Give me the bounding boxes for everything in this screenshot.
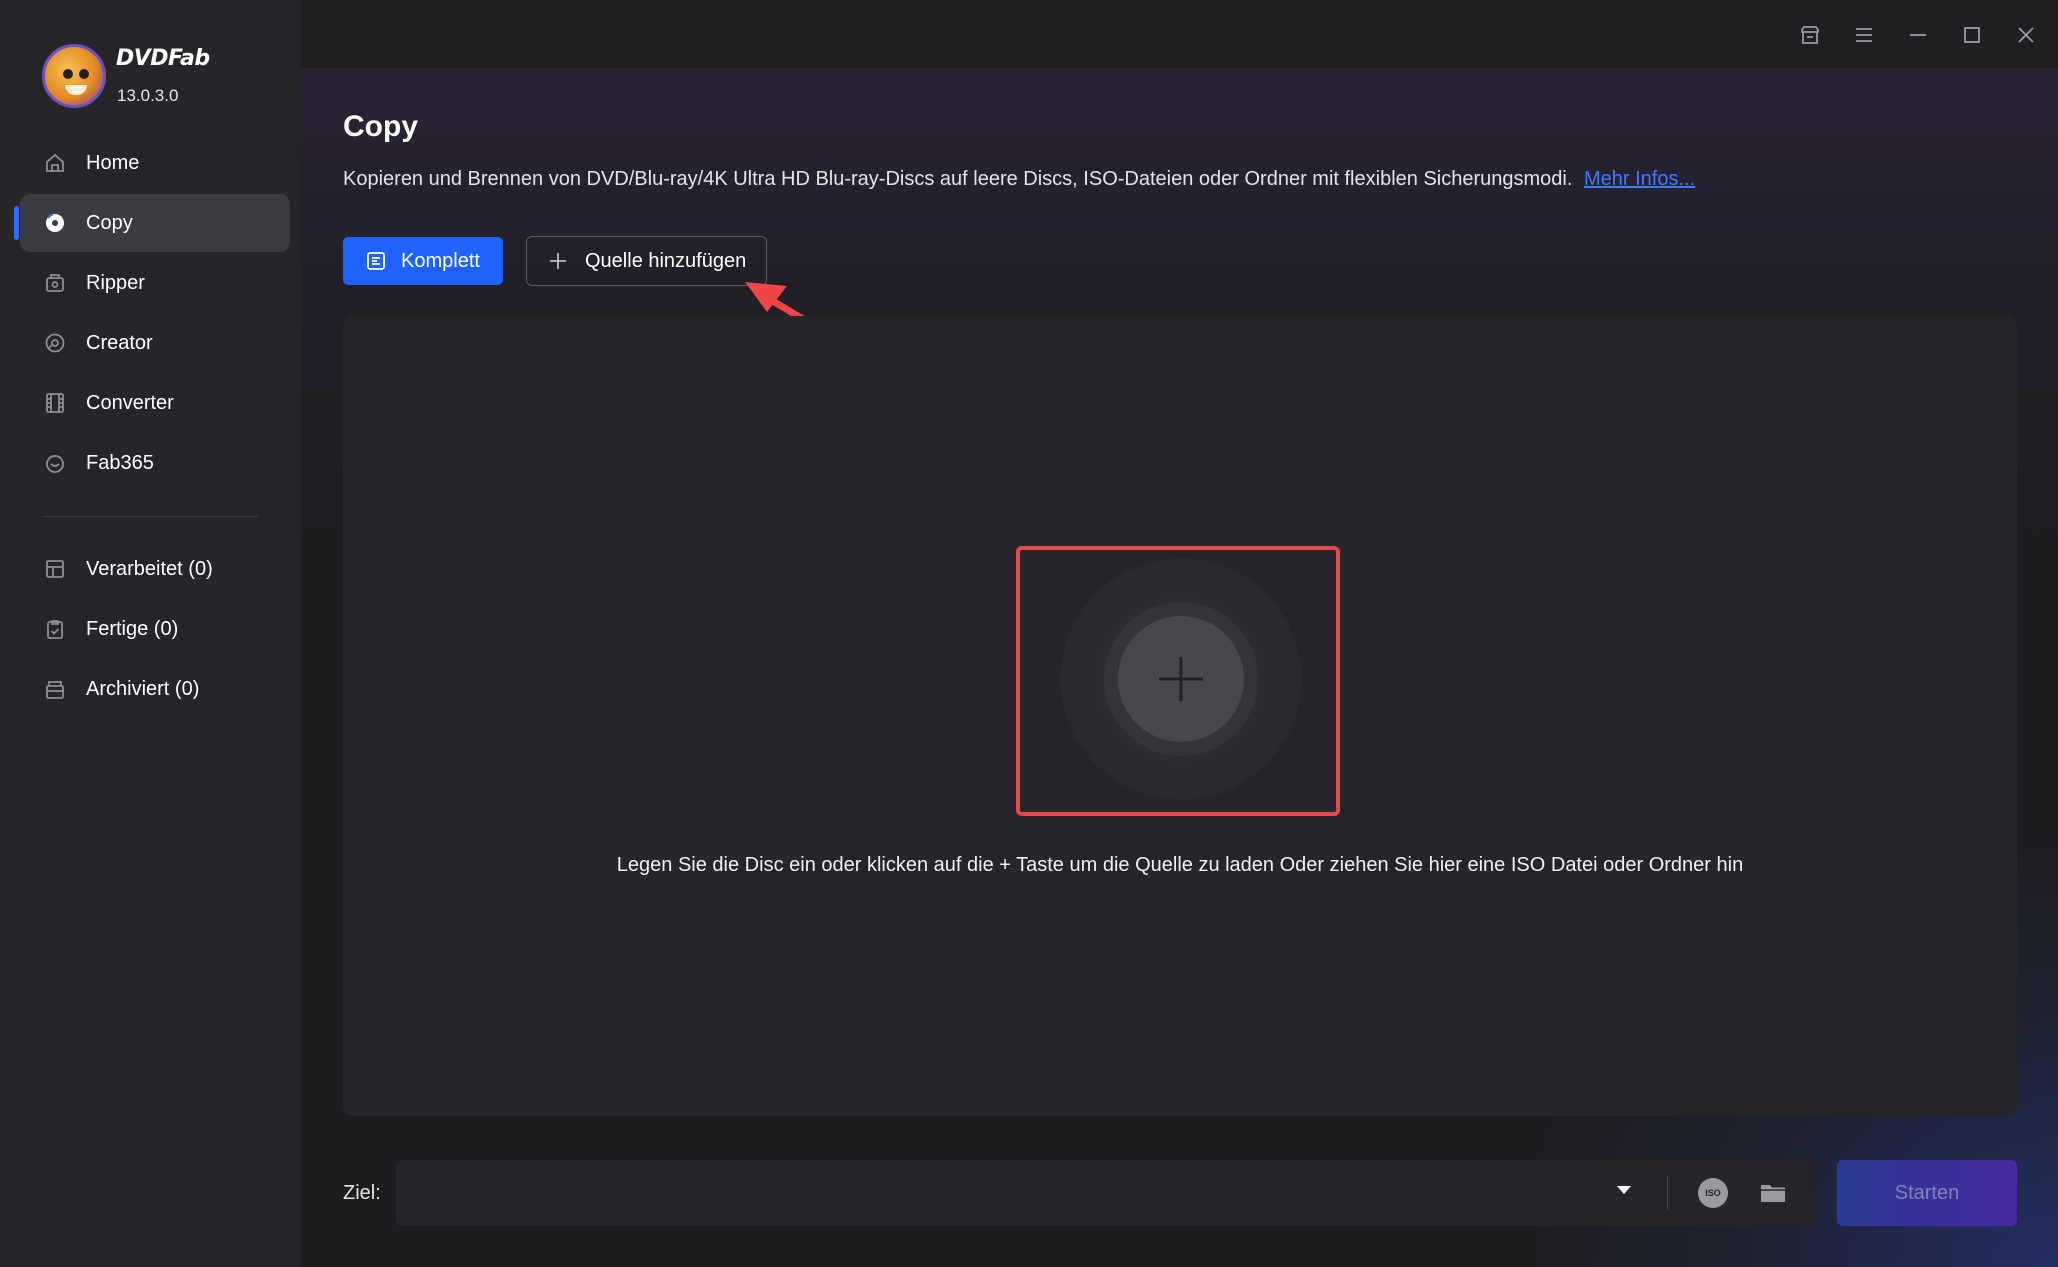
sidebar-item-label: Home — [86, 151, 140, 174]
sidebar-item-label: Ripper — [86, 271, 145, 294]
destination-select[interactable]: ISO — [396, 1160, 1813, 1226]
shop-icon[interactable] — [1795, 20, 1825, 50]
plus-icon — [1159, 657, 1203, 701]
folder-icon[interactable] — [1758, 1178, 1788, 1208]
copy-disc-icon — [44, 212, 66, 234]
sidebar-item-label: Copy — [86, 211, 133, 234]
komplett-mode-button[interactable]: Komplett — [343, 237, 503, 285]
finished-clipboard-icon — [44, 618, 66, 640]
sidebar-item-fab365[interactable]: Fab365 — [20, 434, 290, 492]
sidebar-item-ripper[interactable]: Ripper — [20, 254, 290, 312]
title-bar — [301, 0, 2058, 68]
page-description: Kopieren und Brennen von DVD/Blu-ray/4K … — [343, 168, 1695, 191]
copy-mode-icon — [367, 252, 385, 270]
maximize-icon[interactable] — [1957, 20, 1987, 50]
minimize-icon[interactable] — [1903, 20, 1933, 50]
ripper-icon — [44, 272, 66, 294]
sidebar-item-label: Verarbeitet (0) — [86, 557, 213, 580]
sidebar-item-verarbeitet[interactable]: Verarbeitet (0) — [20, 540, 290, 598]
ziel-label: Ziel: — [343, 1182, 381, 1204]
fab365-icon — [44, 452, 66, 474]
sidebar-divider — [44, 516, 258, 517]
separator — [1667, 1176, 1668, 1210]
sidebar-item-archiviert[interactable]: Archiviert (0) — [20, 660, 290, 718]
page-title: Copy — [343, 110, 418, 143]
creator-icon — [44, 332, 66, 354]
drop-hint-text: Legen Sie die Disc ein oder klicken auf … — [616, 854, 1744, 876]
sidebar-item-fertige[interactable]: Fertige (0) — [20, 600, 290, 658]
sidebar: DVDFab 13.0.3.0 Home Copy Ripper Creator… — [0, 0, 301, 1267]
close-icon[interactable] — [2011, 20, 2041, 50]
home-icon — [44, 152, 66, 174]
description-text: Kopieren und Brennen von DVD/Blu-ray/4K … — [343, 168, 1573, 190]
main-nav: Home Copy Ripper Creator Converter Fab36… — [14, 134, 290, 494]
source-drop-zone[interactable]: Legen Sie die Disc ein oder klicken auf … — [343, 316, 2017, 1116]
sidebar-item-label: Converter — [86, 391, 174, 414]
sidebar-item-label: Archiviert (0) — [86, 677, 200, 700]
add-source-button[interactable]: Quelle hinzufügen — [526, 236, 767, 286]
converter-film-icon — [44, 392, 66, 414]
archive-box-icon — [44, 678, 66, 700]
add-source-plus-button[interactable] — [1118, 616, 1244, 742]
app-version: 13.0.3.0 — [117, 86, 179, 105]
chevron-down-icon[interactable] — [1617, 1186, 1631, 1194]
start-button[interactable]: Starten — [1837, 1160, 2017, 1226]
disc-graphic — [1061, 559, 1301, 799]
sidebar-item-home[interactable]: Home — [20, 134, 290, 192]
sidebar-item-label: Creator — [86, 331, 153, 354]
sidebar-item-label: Fertige (0) — [86, 617, 179, 640]
more-info-link[interactable]: Mehr Infos... — [1584, 168, 1695, 190]
sidebar-item-converter[interactable]: Converter — [20, 374, 290, 432]
dvdfab-logo — [42, 44, 106, 108]
sidebar-item-creator[interactable]: Creator — [20, 314, 290, 372]
komplett-label: Komplett — [401, 249, 480, 272]
queue-nav: Verarbeitet (0) Fertige (0) Archiviert (… — [20, 540, 290, 720]
add-source-label: Quelle hinzufügen — [585, 249, 747, 272]
dvdfab-window: DVDFab 13.0.3.0 Home Copy Ripper Creator… — [0, 0, 2058, 1267]
main-panel: Copy Kopieren und Brennen von DVD/Blu-ra… — [301, 68, 2058, 1267]
brand-name: DVDFab — [116, 46, 210, 71]
sidebar-item-copy[interactable]: Copy — [14, 194, 290, 252]
iso-icon[interactable]: ISO — [1698, 1178, 1728, 1208]
plus-icon — [550, 253, 566, 269]
menu-icon[interactable] — [1849, 20, 1879, 50]
processing-list-icon — [44, 558, 66, 580]
sidebar-item-label: Fab365 — [86, 451, 154, 474]
